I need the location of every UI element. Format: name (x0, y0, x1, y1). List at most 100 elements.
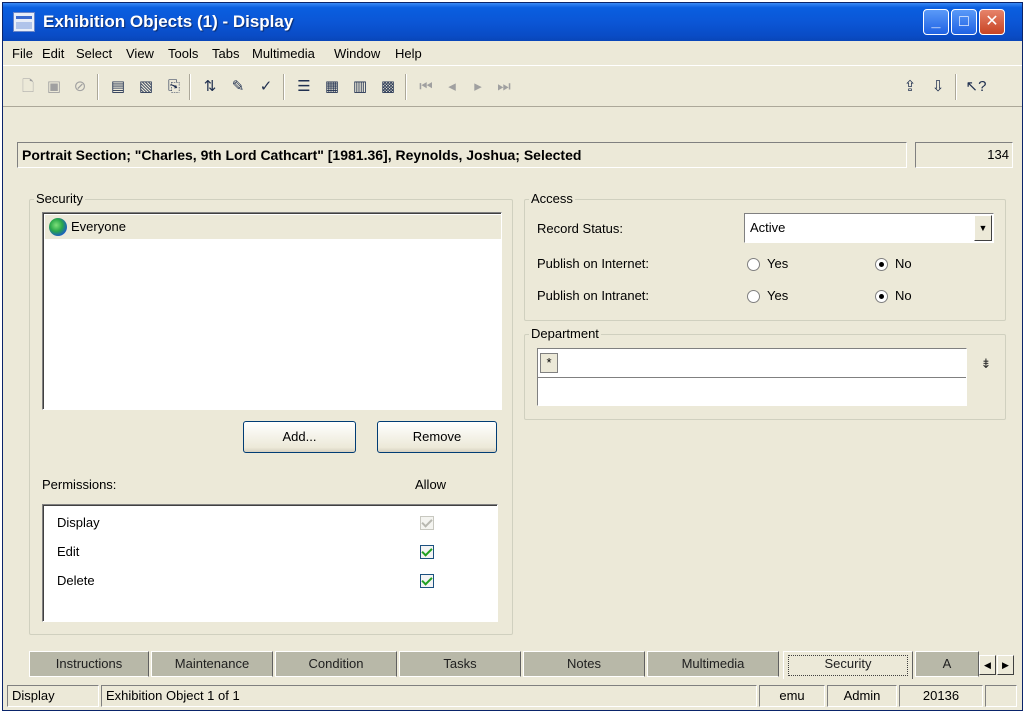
new-icon[interactable]: 🗋 (17, 76, 39, 98)
cancel-icon[interactable]: ⊘ (69, 76, 91, 98)
department-grid[interactable]: * (537, 348, 967, 406)
access-group-label: Access (529, 191, 575, 206)
publish-intranet-yes-radio[interactable] (747, 290, 760, 303)
publish-intranet-label: Publish on Intranet: (537, 288, 650, 303)
next-icon[interactable]: ▸ (467, 76, 489, 98)
menu-bar: File Edit Select View Tools Tabs Multime… (3, 41, 1022, 65)
app-window-icon[interactable] (13, 12, 35, 32)
new-row-marker: * (540, 353, 558, 373)
record-status-value: Active (750, 220, 786, 235)
security-group-label: Security (34, 191, 85, 206)
permission-delete-label: Delete (57, 573, 95, 588)
main-window: Exhibition Objects (1) - Display _ □ ✕ F… (2, 2, 1023, 711)
permission-edit-checkbox[interactable] (420, 545, 434, 559)
department-group-label: Department (529, 326, 601, 341)
menu-multimedia[interactable]: Multimedia (252, 46, 315, 61)
record-status-select[interactable]: Active ▼ (744, 213, 994, 243)
publish-internet-yes-label[interactable]: Yes (767, 256, 788, 271)
notes-icon[interactable]: ✎ (227, 76, 249, 98)
globe-icon (49, 218, 67, 236)
grid-row-divider (538, 377, 966, 378)
chevron-down-icon[interactable]: ▼ (974, 215, 992, 241)
menu-help[interactable]: Help (395, 46, 422, 61)
tab-a[interactable]: A (915, 651, 979, 677)
permission-display-checkbox (420, 516, 434, 530)
minimize-button[interactable]: _ (923, 9, 949, 35)
table-view-icon[interactable]: ▦ (321, 76, 343, 98)
title-bar[interactable]: Exhibition Objects (1) - Display _ □ ✕ (3, 3, 1022, 41)
edit-icon[interactable]: ▧ (135, 76, 157, 98)
spell-check-icon[interactable]: ✓ (255, 76, 277, 98)
maximize-button[interactable]: □ (951, 9, 977, 35)
security-list[interactable]: Everyone (42, 212, 502, 410)
tab-multimedia[interactable]: Multimedia (647, 651, 779, 677)
publish-intranet-yes-label[interactable]: Yes (767, 288, 788, 303)
tab-notes[interactable]: Notes (523, 651, 645, 677)
list-item[interactable]: Everyone (45, 215, 501, 239)
menu-tools[interactable]: Tools (168, 46, 198, 61)
toolbar-separator (283, 74, 285, 100)
toolbar-separator (405, 74, 407, 100)
last-icon[interactable]: ⏭ (493, 76, 515, 98)
lookup-icon[interactable]: ⇟ (979, 354, 993, 374)
permissions-label: Permissions: (42, 477, 117, 492)
page-view-icon[interactable]: ▩ (377, 76, 399, 98)
attach-icon[interactable]: ⇪ (899, 76, 921, 98)
permission-edit-label: Edit (57, 544, 80, 559)
allow-label: Allow (415, 477, 447, 492)
previous-icon[interactable]: ◂ (441, 76, 463, 98)
menu-view[interactable]: View (126, 46, 154, 61)
menu-edit[interactable]: Edit (42, 46, 64, 61)
tab-scroll-left-icon[interactable]: ◀ (979, 655, 996, 675)
list-view-icon[interactable]: ☰ (293, 76, 315, 98)
first-icon[interactable]: ⏮ (415, 76, 437, 98)
record-count-box: 134 (915, 142, 1013, 168)
tab-strip: Instructions Maintenance Condition Tasks… (3, 651, 1022, 681)
detail-view-icon[interactable]: ▥ (349, 76, 371, 98)
add-button[interactable]: Add... (243, 421, 356, 453)
sort-icon[interactable]: ⇅ (199, 76, 221, 98)
tab-scroll-right-icon[interactable]: ▶ (997, 655, 1014, 675)
save-icon[interactable]: ▣ (43, 76, 65, 98)
tab-condition[interactable]: Condition (275, 651, 397, 677)
tab-tasks[interactable]: Tasks (399, 651, 521, 677)
permission-delete-checkbox[interactable] (420, 574, 434, 588)
insert-icon[interactable]: ⎘ (163, 76, 185, 98)
toolbar-separator (189, 74, 191, 100)
group-name: Everyone (71, 219, 126, 234)
status-mode: Display (7, 685, 99, 707)
record-count: 134 (987, 147, 1009, 162)
record-summary-bar: Portrait Section; "Charles, 9th Lord Cat… (17, 142, 907, 168)
publish-internet-label: Publish on Internet: (537, 256, 650, 271)
publish-intranet-no-radio[interactable] (875, 290, 888, 303)
tab-instructions[interactable]: Instructions (29, 651, 149, 677)
menu-select[interactable]: Select (76, 46, 112, 61)
status-role: Admin (827, 685, 897, 707)
help-icon[interactable]: ↖? (965, 76, 987, 98)
resize-grip-icon[interactable] (985, 685, 1017, 707)
toolbar-separator (97, 74, 99, 100)
publish-internet-yes-radio[interactable] (747, 258, 760, 271)
tab-maintenance[interactable]: Maintenance (151, 651, 273, 677)
menu-window[interactable]: Window (334, 46, 380, 61)
window-title: Exhibition Objects (1) - Display (43, 12, 294, 31)
tab-focus-ring (788, 655, 908, 676)
close-button[interactable]: ✕ (979, 9, 1005, 35)
display-icon[interactable]: ▤ (107, 76, 129, 98)
status-position: Exhibition Object 1 of 1 (101, 685, 757, 707)
toolbar-separator (955, 74, 957, 100)
publish-internet-no-radio[interactable] (875, 258, 888, 271)
permissions-list: Display Edit Delete (42, 504, 498, 622)
menu-file[interactable]: File (12, 46, 33, 61)
record-summary: Portrait Section; "Charles, 9th Lord Cat… (22, 147, 582, 163)
toolbar: 🗋 ▣ ⊘ ▤ ▧ ⎘ ⇅ ✎ ✓ ☰ ▦ ▥ ▩ ⏮ ◂ ▸ ⏭ ⇪ ⇩ ↖? (3, 65, 1022, 107)
status-id: 20136 (899, 685, 983, 707)
menu-tabs[interactable]: Tabs (212, 46, 239, 61)
status-user: emu (759, 685, 825, 707)
record-status-label: Record Status: (537, 221, 623, 236)
detach-icon[interactable]: ⇩ (927, 76, 949, 98)
publish-intranet-no-label[interactable]: No (895, 288, 912, 303)
tab-security[interactable]: Security (783, 651, 913, 679)
remove-button[interactable]: Remove (377, 421, 497, 453)
publish-internet-no-label[interactable]: No (895, 256, 912, 271)
